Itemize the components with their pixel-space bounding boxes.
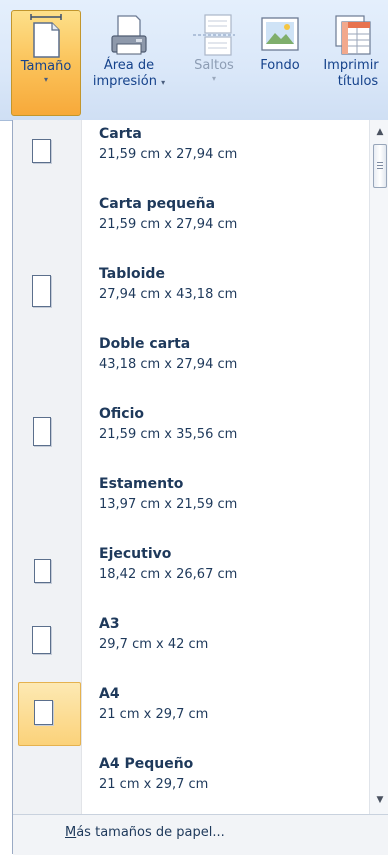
paper-size-name: Tabloide xyxy=(99,266,165,282)
grip-line xyxy=(377,168,383,169)
ribbon-page-setup-group: Tamaño ▾ Área de impresión ▾ Saltos ▾ Fo… xyxy=(0,0,388,121)
paper-size-name: Carta pequeña xyxy=(99,196,216,212)
background-button[interactable]: Fondo xyxy=(250,10,310,116)
print-area-label-line2: impresión ▾ xyxy=(92,74,166,89)
paper-size-name: Doble carta xyxy=(99,336,191,352)
paper-thumbnail-icon xyxy=(32,275,51,307)
background-label: Fondo xyxy=(260,58,300,73)
paper-thumbnail-icon xyxy=(32,626,51,654)
size-button-label: Tamaño xyxy=(20,59,72,74)
paper-size-name: A4 Pequeño xyxy=(99,756,194,772)
paper-size-dimensions: 27,94 cm x 43,18 cm xyxy=(99,287,238,302)
paper-size-list: Carta 21,59 cm x 27,94 cm Carta pequeña 21,… xyxy=(13,120,369,814)
paper-size-name: Ejecutivo xyxy=(99,546,172,562)
print-area-label-line1: Área de xyxy=(103,58,155,73)
paper-size-option[interactable]: A4 21 cm x 29,7 cm xyxy=(18,682,364,746)
paper-size-name: A3 xyxy=(99,616,120,632)
paper-size-option[interactable]: A4 Pequeño 21 cm x 29,7 cm xyxy=(18,752,364,816)
footer: Más tamaños de papel... xyxy=(13,814,388,855)
scroll-down-icon[interactable]: ▼ xyxy=(370,792,388,808)
paper-size-name: Estamento xyxy=(99,476,184,492)
paper-size-dimensions: 21 cm x 29,7 cm xyxy=(99,777,209,792)
chevron-down-icon: ▾ xyxy=(161,78,166,87)
paper-size-dimensions: 18,42 cm x 26,67 cm xyxy=(99,567,238,582)
paper-size-name: Oficio xyxy=(99,406,144,422)
page-size-icon xyxy=(23,13,69,59)
paper-size-dimensions: 13,97 cm x 21,59 cm xyxy=(99,497,238,512)
paper-size-dimensions: 21,59 cm x 27,94 cm xyxy=(99,147,238,162)
paper-thumbnail-icon xyxy=(32,139,51,163)
paper-size-dimensions: 29,7 cm x 42 cm xyxy=(99,637,209,652)
paper-thumbnail-icon xyxy=(34,700,53,725)
paper-size-name: Carta xyxy=(99,126,142,142)
scrollbar[interactable]: ▲ ▼ xyxy=(369,120,388,814)
print-area-button[interactable]: Área de impresión ▾ xyxy=(84,10,174,116)
paper-size-option[interactable]: Oficio 21,59 cm x 35,56 cm xyxy=(18,402,364,466)
grip-line xyxy=(377,165,383,166)
more-paper-sizes-link[interactable]: Más tamaños de papel... xyxy=(65,825,225,840)
print-titles-label-line2: títulos xyxy=(337,74,379,89)
printer-icon xyxy=(106,12,152,58)
size-button[interactable]: Tamaño ▾ xyxy=(11,10,81,116)
breaks-button[interactable]: Saltos ▾ xyxy=(184,10,244,116)
print-titles-icon xyxy=(328,12,374,58)
scroll-up-icon[interactable]: ▲ xyxy=(370,124,388,140)
background-image-icon xyxy=(257,12,303,58)
breaks-label: Saltos xyxy=(194,58,234,73)
page-breaks-icon xyxy=(191,12,237,58)
paper-size-option[interactable]: A3 29,7 cm x 42 cm xyxy=(18,612,364,676)
scroll-thumb[interactable] xyxy=(373,144,387,188)
chevron-down-icon: ▾ xyxy=(211,74,216,83)
print-titles-button[interactable]: Imprimir títulos xyxy=(314,10,388,116)
paper-size-option[interactable]: Carta 21,59 cm x 27,94 cm xyxy=(18,122,364,186)
paper-size-name: A4 xyxy=(99,686,120,702)
paper-size-dimensions: 43,18 cm x 27,94 cm xyxy=(99,357,238,372)
paper-size-option[interactable]: Tabloide 27,94 cm x 43,18 cm xyxy=(18,262,364,326)
grip-line xyxy=(377,162,383,163)
paper-size-dimensions: 21 cm x 29,7 cm xyxy=(99,707,209,722)
paper-size-dimensions: 21,59 cm x 35,56 cm xyxy=(99,427,238,442)
paper-thumbnail-icon xyxy=(33,417,51,446)
paper-size-option[interactable]: Carta pequeña 21,59 cm x 27,94 cm xyxy=(18,192,364,256)
chevron-down-icon: ▾ xyxy=(43,75,48,84)
paper-size-dimensions: 21,59 cm x 27,94 cm xyxy=(99,217,238,232)
print-titles-label-line1: Imprimir xyxy=(323,58,379,73)
paper-thumbnail-icon xyxy=(34,559,51,583)
paper-size-option[interactable]: Doble carta 43,18 cm x 27,94 cm xyxy=(18,332,364,396)
paper-size-option[interactable]: Ejecutivo 18,42 cm x 26,67 cm xyxy=(18,542,364,606)
paper-size-option[interactable]: Estamento 13,97 cm x 21,59 cm xyxy=(18,472,364,536)
paper-size-dropdown: Carta 21,59 cm x 27,94 cm Carta pequeña 21,… xyxy=(12,120,388,855)
